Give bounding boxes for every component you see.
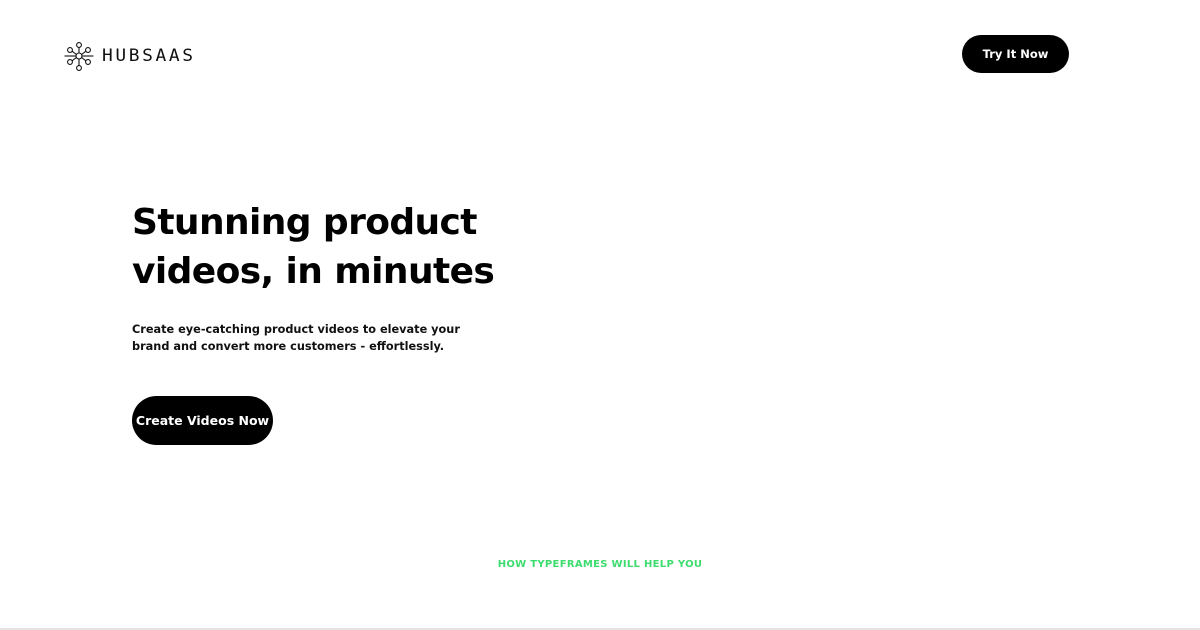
hero-subtitle-line-2: brand and convert more customers - effor… <box>132 340 445 353</box>
brand-name: HUBSAAS <box>102 46 196 66</box>
hero-title-line-2: videos, in minutes <box>132 251 495 292</box>
section-eyebrow-label: HOW TYPEFRAMES WILL HELP YOU <box>497 559 703 570</box>
site-header: HUBSAAS Try It Now <box>0 0 1200 110</box>
hero-title: Stunning product videos, in minutes <box>132 198 632 296</box>
hero-subtitle-line-1: Create eye-catching product videos to el… <box>132 323 460 336</box>
try-it-now-button[interactable]: Try It Now <box>962 35 1069 73</box>
hero-content: Stunning product videos, in minutes Crea… <box>132 198 632 445</box>
hero-title-line-1: Stunning product <box>132 202 478 243</box>
create-videos-now-button[interactable]: Create Videos Now <box>132 396 273 445</box>
hero-subtitle: Create eye-catching product videos to el… <box>132 321 462 355</box>
hub-network-icon <box>64 42 94 71</box>
brand-logo[interactable]: HUBSAAS <box>64 40 193 72</box>
